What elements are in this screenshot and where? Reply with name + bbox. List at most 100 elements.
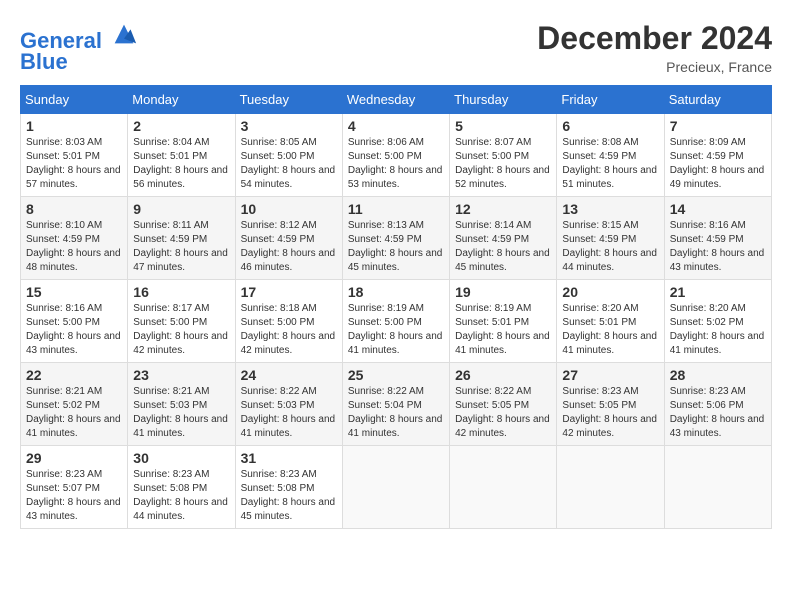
- day-cell-11: 11 Sunrise: 8:13 AM Sunset: 4:59 PM Dayl…: [342, 197, 449, 280]
- sunset-label: Sunset: 5:02 PM: [670, 317, 744, 328]
- day-cell-22: 22 Sunrise: 8:21 AM Sunset: 5:02 PM Dayl…: [21, 363, 128, 446]
- day-cell-8: 8 Sunrise: 8:10 AM Sunset: 4:59 PM Dayli…: [21, 197, 128, 280]
- sunrise-label: Sunrise: 8:22 AM: [348, 386, 424, 397]
- logo: General Blue: [20, 20, 138, 75]
- location: Precieux, France: [537, 59, 772, 75]
- empty-cell: [664, 446, 771, 529]
- day-cell-13: 13 Sunrise: 8:15 AM Sunset: 4:59 PM Dayl…: [557, 197, 664, 280]
- day-number: 6: [562, 118, 658, 134]
- daylight-label: Daylight: 8 hours and 42 minutes.: [133, 331, 228, 356]
- day-info: Sunrise: 8:11 AM Sunset: 4:59 PM Dayligh…: [133, 219, 229, 275]
- sunrise-label: Sunrise: 8:10 AM: [26, 220, 102, 231]
- daylight-label: Daylight: 8 hours and 45 minutes.: [455, 248, 550, 273]
- day-cell-5: 5 Sunrise: 8:07 AM Sunset: 5:00 PM Dayli…: [450, 114, 557, 197]
- sunrise-label: Sunrise: 8:20 AM: [670, 303, 746, 314]
- day-cell-1: 1 Sunrise: 8:03 AM Sunset: 5:01 PM Dayli…: [21, 114, 128, 197]
- week-row-1: 1 Sunrise: 8:03 AM Sunset: 5:01 PM Dayli…: [21, 114, 772, 197]
- day-number: 1: [26, 118, 122, 134]
- sunset-label: Sunset: 5:08 PM: [241, 483, 315, 494]
- day-cell-20: 20 Sunrise: 8:20 AM Sunset: 5:01 PM Dayl…: [557, 280, 664, 363]
- sunset-label: Sunset: 5:01 PM: [133, 151, 207, 162]
- daylight-label: Daylight: 8 hours and 47 minutes.: [133, 248, 228, 273]
- daylight-label: Daylight: 8 hours and 41 minutes.: [241, 414, 336, 439]
- sunset-label: Sunset: 4:59 PM: [241, 234, 315, 245]
- daylight-label: Daylight: 8 hours and 42 minutes.: [241, 331, 336, 356]
- sunrise-label: Sunrise: 8:07 AM: [455, 137, 531, 148]
- day-number: 20: [562, 284, 658, 300]
- day-number: 27: [562, 367, 658, 383]
- sunset-label: Sunset: 4:59 PM: [348, 234, 422, 245]
- month-title: December 2024: [537, 20, 772, 57]
- day-number: 18: [348, 284, 444, 300]
- day-cell-2: 2 Sunrise: 8:04 AM Sunset: 5:01 PM Dayli…: [128, 114, 235, 197]
- sunrise-label: Sunrise: 8:23 AM: [670, 386, 746, 397]
- sunset-label: Sunset: 5:00 PM: [348, 317, 422, 328]
- day-cell-16: 16 Sunrise: 8:17 AM Sunset: 5:00 PM Dayl…: [128, 280, 235, 363]
- day-number: 29: [26, 450, 122, 466]
- sunset-label: Sunset: 4:59 PM: [133, 234, 207, 245]
- day-info: Sunrise: 8:21 AM Sunset: 5:02 PM Dayligh…: [26, 385, 122, 441]
- daylight-label: Daylight: 8 hours and 42 minutes.: [562, 414, 657, 439]
- day-cell-6: 6 Sunrise: 8:08 AM Sunset: 4:59 PM Dayli…: [557, 114, 664, 197]
- empty-cell: [450, 446, 557, 529]
- sunset-label: Sunset: 5:06 PM: [670, 400, 744, 411]
- daylight-label: Daylight: 8 hours and 53 minutes.: [348, 165, 443, 190]
- day-number: 17: [241, 284, 337, 300]
- sunset-label: Sunset: 5:03 PM: [241, 400, 315, 411]
- day-cell-31: 31 Sunrise: 8:23 AM Sunset: 5:08 PM Dayl…: [235, 446, 342, 529]
- day-number: 15: [26, 284, 122, 300]
- weekday-header-monday: Monday: [128, 86, 235, 114]
- day-info: Sunrise: 8:23 AM Sunset: 5:05 PM Dayligh…: [562, 385, 658, 441]
- daylight-label: Daylight: 8 hours and 41 minutes.: [670, 331, 765, 356]
- daylight-label: Daylight: 8 hours and 41 minutes.: [26, 414, 121, 439]
- sunset-label: Sunset: 4:59 PM: [455, 234, 529, 245]
- day-info: Sunrise: 8:06 AM Sunset: 5:00 PM Dayligh…: [348, 136, 444, 192]
- daylight-label: Daylight: 8 hours and 41 minutes.: [455, 331, 550, 356]
- sunset-label: Sunset: 5:00 PM: [348, 151, 422, 162]
- day-number: 9: [133, 201, 229, 217]
- sunset-label: Sunset: 5:02 PM: [26, 400, 100, 411]
- daylight-label: Daylight: 8 hours and 41 minutes.: [133, 414, 228, 439]
- day-info: Sunrise: 8:23 AM Sunset: 5:06 PM Dayligh…: [670, 385, 766, 441]
- sunset-label: Sunset: 5:05 PM: [562, 400, 636, 411]
- day-number: 30: [133, 450, 229, 466]
- sunset-label: Sunset: 5:01 PM: [26, 151, 100, 162]
- day-cell-17: 17 Sunrise: 8:18 AM Sunset: 5:00 PM Dayl…: [235, 280, 342, 363]
- daylight-label: Daylight: 8 hours and 51 minutes.: [562, 165, 657, 190]
- daylight-label: Daylight: 8 hours and 44 minutes.: [562, 248, 657, 273]
- sunset-label: Sunset: 5:00 PM: [455, 151, 529, 162]
- day-number: 23: [133, 367, 229, 383]
- day-info: Sunrise: 8:19 AM Sunset: 5:01 PM Dayligh…: [455, 302, 551, 358]
- sunrise-label: Sunrise: 8:14 AM: [455, 220, 531, 231]
- day-number: 8: [26, 201, 122, 217]
- day-info: Sunrise: 8:23 AM Sunset: 5:08 PM Dayligh…: [133, 468, 229, 524]
- day-number: 24: [241, 367, 337, 383]
- day-cell-3: 3 Sunrise: 8:05 AM Sunset: 5:00 PM Dayli…: [235, 114, 342, 197]
- day-number: 10: [241, 201, 337, 217]
- day-info: Sunrise: 8:15 AM Sunset: 4:59 PM Dayligh…: [562, 219, 658, 275]
- day-number: 19: [455, 284, 551, 300]
- sunset-label: Sunset: 4:59 PM: [562, 234, 636, 245]
- week-row-3: 15 Sunrise: 8:16 AM Sunset: 5:00 PM Dayl…: [21, 280, 772, 363]
- sunrise-label: Sunrise: 8:06 AM: [348, 137, 424, 148]
- sunset-label: Sunset: 5:00 PM: [133, 317, 207, 328]
- day-number: 4: [348, 118, 444, 134]
- day-info: Sunrise: 8:04 AM Sunset: 5:01 PM Dayligh…: [133, 136, 229, 192]
- day-cell-26: 26 Sunrise: 8:22 AM Sunset: 5:05 PM Dayl…: [450, 363, 557, 446]
- day-info: Sunrise: 8:03 AM Sunset: 5:01 PM Dayligh…: [26, 136, 122, 192]
- week-row-5: 29 Sunrise: 8:23 AM Sunset: 5:07 PM Dayl…: [21, 446, 772, 529]
- day-cell-25: 25 Sunrise: 8:22 AM Sunset: 5:04 PM Dayl…: [342, 363, 449, 446]
- sunrise-label: Sunrise: 8:08 AM: [562, 137, 638, 148]
- sunrise-label: Sunrise: 8:13 AM: [348, 220, 424, 231]
- sunrise-label: Sunrise: 8:23 AM: [133, 469, 209, 480]
- sunrise-label: Sunrise: 8:20 AM: [562, 303, 638, 314]
- weekday-header-wednesday: Wednesday: [342, 86, 449, 114]
- daylight-label: Daylight: 8 hours and 49 minutes.: [670, 165, 765, 190]
- daylight-label: Daylight: 8 hours and 43 minutes.: [670, 248, 765, 273]
- sunset-label: Sunset: 4:59 PM: [26, 234, 100, 245]
- sunset-label: Sunset: 5:00 PM: [241, 151, 315, 162]
- calendar: SundayMondayTuesdayWednesdayThursdayFrid…: [20, 85, 772, 529]
- day-number: 16: [133, 284, 229, 300]
- day-info: Sunrise: 8:10 AM Sunset: 4:59 PM Dayligh…: [26, 219, 122, 275]
- day-number: 28: [670, 367, 766, 383]
